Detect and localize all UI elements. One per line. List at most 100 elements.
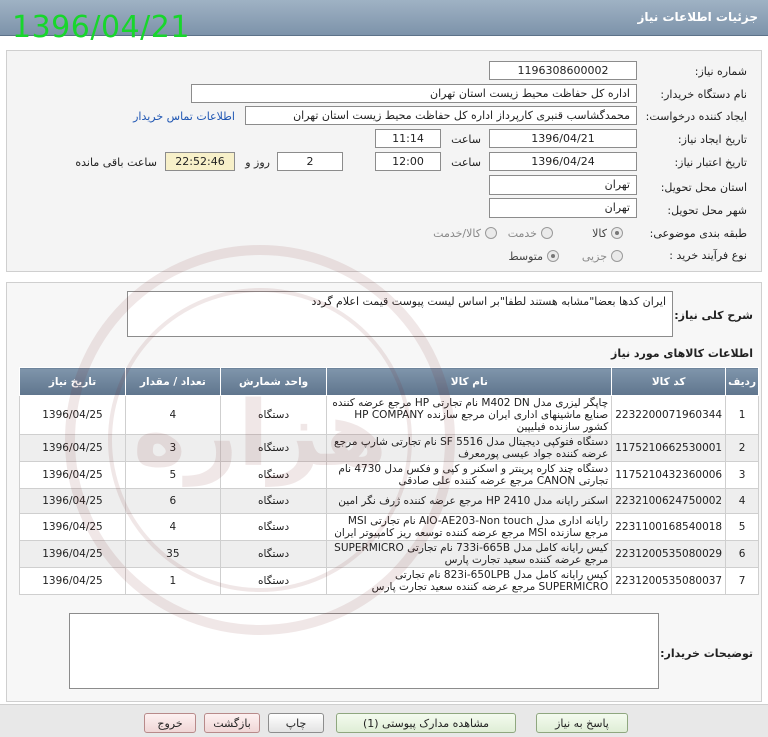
item-date: 1396/04/25 xyxy=(19,513,126,541)
city-field: تهران xyxy=(489,198,637,218)
days-label: روز و xyxy=(245,156,270,169)
remaining-days-field: 2 xyxy=(277,152,343,171)
city-label: شهر محل تحویل: xyxy=(667,204,747,217)
item-unit: دستگاه xyxy=(219,461,328,489)
item-name: کیس رایانه کامل مدل 823i-650LPB نام تجار… xyxy=(326,567,613,595)
item-name: رایانه اداری مدل AIO-AE203-Non touch نام… xyxy=(326,513,613,541)
buyer-contact-link[interactable]: اطلاعات تماس خریدار xyxy=(133,110,235,123)
item-name: دستگاه فتوکپی دیجیتال مدل SF 5516 نام تج… xyxy=(326,434,613,462)
remaining-label: ساعت باقی مانده xyxy=(75,156,157,169)
back-button[interactable]: بازگشت xyxy=(204,713,260,733)
purchase-type-label: نوع فرآیند خرید : xyxy=(669,249,747,262)
remaining-time-field: 22:52:46 xyxy=(165,152,235,171)
item-name: اسکنر رایانه مدل HP 2410 مرجع عرضه کننده… xyxy=(326,488,613,514)
table-row: 1 2232200071960344 چاپگر لیزری مدل M402 … xyxy=(19,395,759,435)
item-unit: دستگاه xyxy=(219,567,328,595)
item-date: 1396/04/25 xyxy=(19,567,126,595)
item-date: 1396/04/25 xyxy=(19,488,126,514)
item-unit: دستگاه xyxy=(219,513,328,541)
item-code: 1175210662530001 xyxy=(611,434,727,462)
description-field: ایران کدها بعضا"مشابه هستند لطفا"بر اساس… xyxy=(127,291,673,337)
item-unit: دستگاه xyxy=(219,434,328,462)
category-service-label: خدمت xyxy=(507,227,537,240)
item-code: 2232200071960344 xyxy=(611,395,727,435)
created-date-label: تاریخ ایجاد نیاز: xyxy=(677,133,747,146)
item-name: کیس رایانه کامل مدل 733i-665B نام تجارتی… xyxy=(326,540,613,568)
announce-date: 1396/04/21 xyxy=(12,10,190,45)
purchase-medium-label: متوسط xyxy=(508,250,543,263)
row-number: 5 xyxy=(725,513,759,541)
item-date: 1396/04/25 xyxy=(19,395,126,435)
items-section-title: اطلاعات کالاهای مورد نیاز xyxy=(611,347,753,360)
table-row: 7 2231200535080037 کیس رایانه کامل مدل 8… xyxy=(19,567,759,595)
buyer-org-field: اداره کل حفاظت محیط زیست استان تهران xyxy=(191,84,637,103)
item-code: 2232100624750002 xyxy=(611,488,727,514)
item-qty: 4 xyxy=(124,513,221,541)
item-code: 1175210432360006 xyxy=(611,461,727,489)
valid-time-label: ساعت xyxy=(451,156,481,169)
created-date-field: 1396/04/21 xyxy=(489,129,637,148)
item-unit: دستگاه xyxy=(219,395,328,435)
print-button[interactable]: چاپ xyxy=(268,713,324,733)
item-unit: دستگاه xyxy=(219,488,328,514)
row-number: 6 xyxy=(725,540,759,568)
row-number: 3 xyxy=(725,461,759,489)
row-number: 1 xyxy=(725,395,759,435)
col-unit: واحد شمارش xyxy=(219,367,328,396)
buyer-org-label: نام دستگاه خریدار: xyxy=(660,88,747,101)
action-bar: پاسخ به نیاز مشاهده مدارک پیوستی (1) چاپ… xyxy=(0,704,768,737)
need-info-panel: شماره نیاز: 1196308600002 نام دستگاه خری… xyxy=(6,50,762,272)
title-bar: جزئیات اطلاعات نیاز 1396/04/21 xyxy=(0,0,768,45)
attachments-button[interactable]: مشاهده مدارک پیوستی (1) xyxy=(336,713,516,733)
valid-date-label: تاریخ اعتبار نیاز: xyxy=(674,156,747,169)
purchase-minor-label: جزیی xyxy=(581,250,607,263)
col-date: تاریخ نیاز xyxy=(19,367,126,396)
created-time-field: 11:14 xyxy=(375,129,441,148)
col-qty: تعداد / مقدار xyxy=(124,367,221,396)
reply-button[interactable]: پاسخ به نیاز xyxy=(536,713,628,733)
category-service-radio[interactable] xyxy=(541,227,553,239)
valid-time-field: 12:00 xyxy=(375,152,441,171)
item-code: 2231100168540018 xyxy=(611,513,727,541)
page-title: جزئیات اطلاعات نیاز xyxy=(637,10,758,24)
creator-field: محمدگشاسب قنبری کارپرداز اداره کل حفاظت … xyxy=(245,106,637,125)
buyer-notes-field xyxy=(69,613,659,689)
purchase-minor-radio[interactable] xyxy=(611,250,623,262)
table-row: 6 2231200535080029 کیس رایانه کامل مدل 7… xyxy=(19,540,759,568)
purchase-medium-radio[interactable] xyxy=(547,250,559,262)
item-qty: 6 xyxy=(124,488,221,514)
items-table: ردیف کد کالا نام کالا واحد شمارش تعداد /… xyxy=(19,367,759,595)
description-label: شرح کلی نیاز: xyxy=(674,309,753,322)
item-unit: دستگاه xyxy=(219,540,328,568)
category-goods-label: کالا xyxy=(592,227,607,240)
item-qty: 5 xyxy=(124,461,221,489)
category-both-radio[interactable] xyxy=(485,227,497,239)
category-label: طبقه بندی موضوعی: xyxy=(649,227,747,240)
province-label: استان محل تحویل: xyxy=(660,181,747,194)
creator-label: ایجاد کننده درخواست: xyxy=(645,110,747,123)
row-number: 7 xyxy=(725,567,759,595)
exit-button[interactable]: خروج xyxy=(144,713,196,733)
table-row: 4 2232100624750002 اسکنر رایانه مدل HP 2… xyxy=(19,488,759,514)
table-row: 2 1175210662530001 دستگاه فتوکپی دیجیتال… xyxy=(19,434,759,462)
col-row: ردیف xyxy=(725,367,759,396)
item-code: 2231200535080037 xyxy=(611,567,727,595)
category-goods-radio[interactable] xyxy=(611,227,623,239)
col-name: نام کالا xyxy=(326,367,613,396)
table-row: 5 2231100168540018 رایانه اداری مدل AIO-… xyxy=(19,513,759,541)
item-date: 1396/04/25 xyxy=(19,461,126,489)
category-both-label: کالا/خدمت xyxy=(433,227,481,240)
table-row: 3 1175210432360006 دستگاه چند کاره پرینت… xyxy=(19,461,759,489)
valid-date-field: 1396/04/24 xyxy=(489,152,637,171)
buyer-notes-label: توضیحات خریدار: xyxy=(660,647,753,660)
row-number: 2 xyxy=(725,434,759,462)
item-name: چاپگر لیزری مدل M402 DN نام تجارتی HP مر… xyxy=(326,395,613,435)
col-code: کد کالا xyxy=(611,367,727,396)
need-number-field: 1196308600002 xyxy=(489,61,637,80)
item-code: 2231200535080029 xyxy=(611,540,727,568)
row-number: 4 xyxy=(725,488,759,514)
item-qty: 1 xyxy=(124,567,221,595)
item-date: 1396/04/25 xyxy=(19,540,126,568)
need-number-label: شماره نیاز: xyxy=(694,65,747,78)
province-field: تهران xyxy=(489,175,637,195)
